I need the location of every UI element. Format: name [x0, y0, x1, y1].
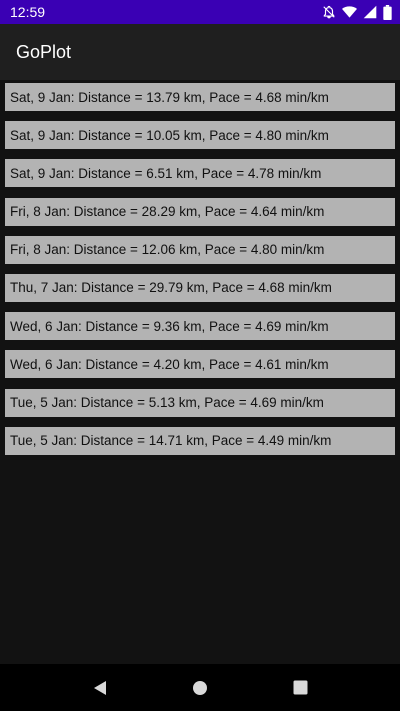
list-item[interactable]: Sat, 9 Jan: Distance = 6.51 km, Pace = 4… [5, 159, 395, 188]
app-bar: GoPlot [0, 24, 400, 80]
list-item[interactable]: Thu, 7 Jan: Distance = 29.79 km, Pace = … [5, 273, 395, 302]
runs-list: Sat, 9 Jan: Distance = 13.79 km, Pace = … [5, 83, 395, 465]
signal-icon [363, 5, 377, 19]
notifications-off-icon [322, 5, 336, 19]
list-item[interactable]: Tue, 5 Jan: Distance = 14.71 km, Pace = … [5, 426, 395, 455]
status-time: 12:59 [10, 4, 46, 20]
list-item[interactable]: Fri, 8 Jan: Distance = 28.29 km, Pace = … [5, 197, 395, 226]
navigation-bar [0, 664, 400, 711]
recents-icon [293, 680, 307, 695]
status-bar: 12:59 [0, 0, 400, 24]
status-icons [322, 4, 392, 20]
home-icon [193, 680, 207, 695]
back-icon [94, 680, 106, 695]
wifi-icon [342, 5, 357, 19]
battery-icon [383, 4, 392, 20]
list-item[interactable]: Sat, 9 Jan: Distance = 10.05 km, Pace = … [5, 121, 395, 150]
home-button[interactable] [180, 668, 220, 708]
back-button[interactable] [80, 668, 120, 708]
list-item[interactable]: Wed, 6 Jan: Distance = 4.20 km, Pace = 4… [5, 350, 395, 379]
recents-button[interactable] [280, 668, 320, 708]
list-item[interactable]: Sat, 9 Jan: Distance = 13.79 km, Pace = … [5, 83, 395, 111]
app-title: GoPlot [16, 41, 72, 62]
list-item[interactable]: Wed, 6 Jan: Distance = 9.36 km, Pace = 4… [5, 312, 395, 341]
list-item[interactable]: Fri, 8 Jan: Distance = 12.06 km, Pace = … [5, 235, 395, 264]
list-item[interactable]: Tue, 5 Jan: Distance = 5.13 km, Pace = 4… [5, 388, 395, 417]
